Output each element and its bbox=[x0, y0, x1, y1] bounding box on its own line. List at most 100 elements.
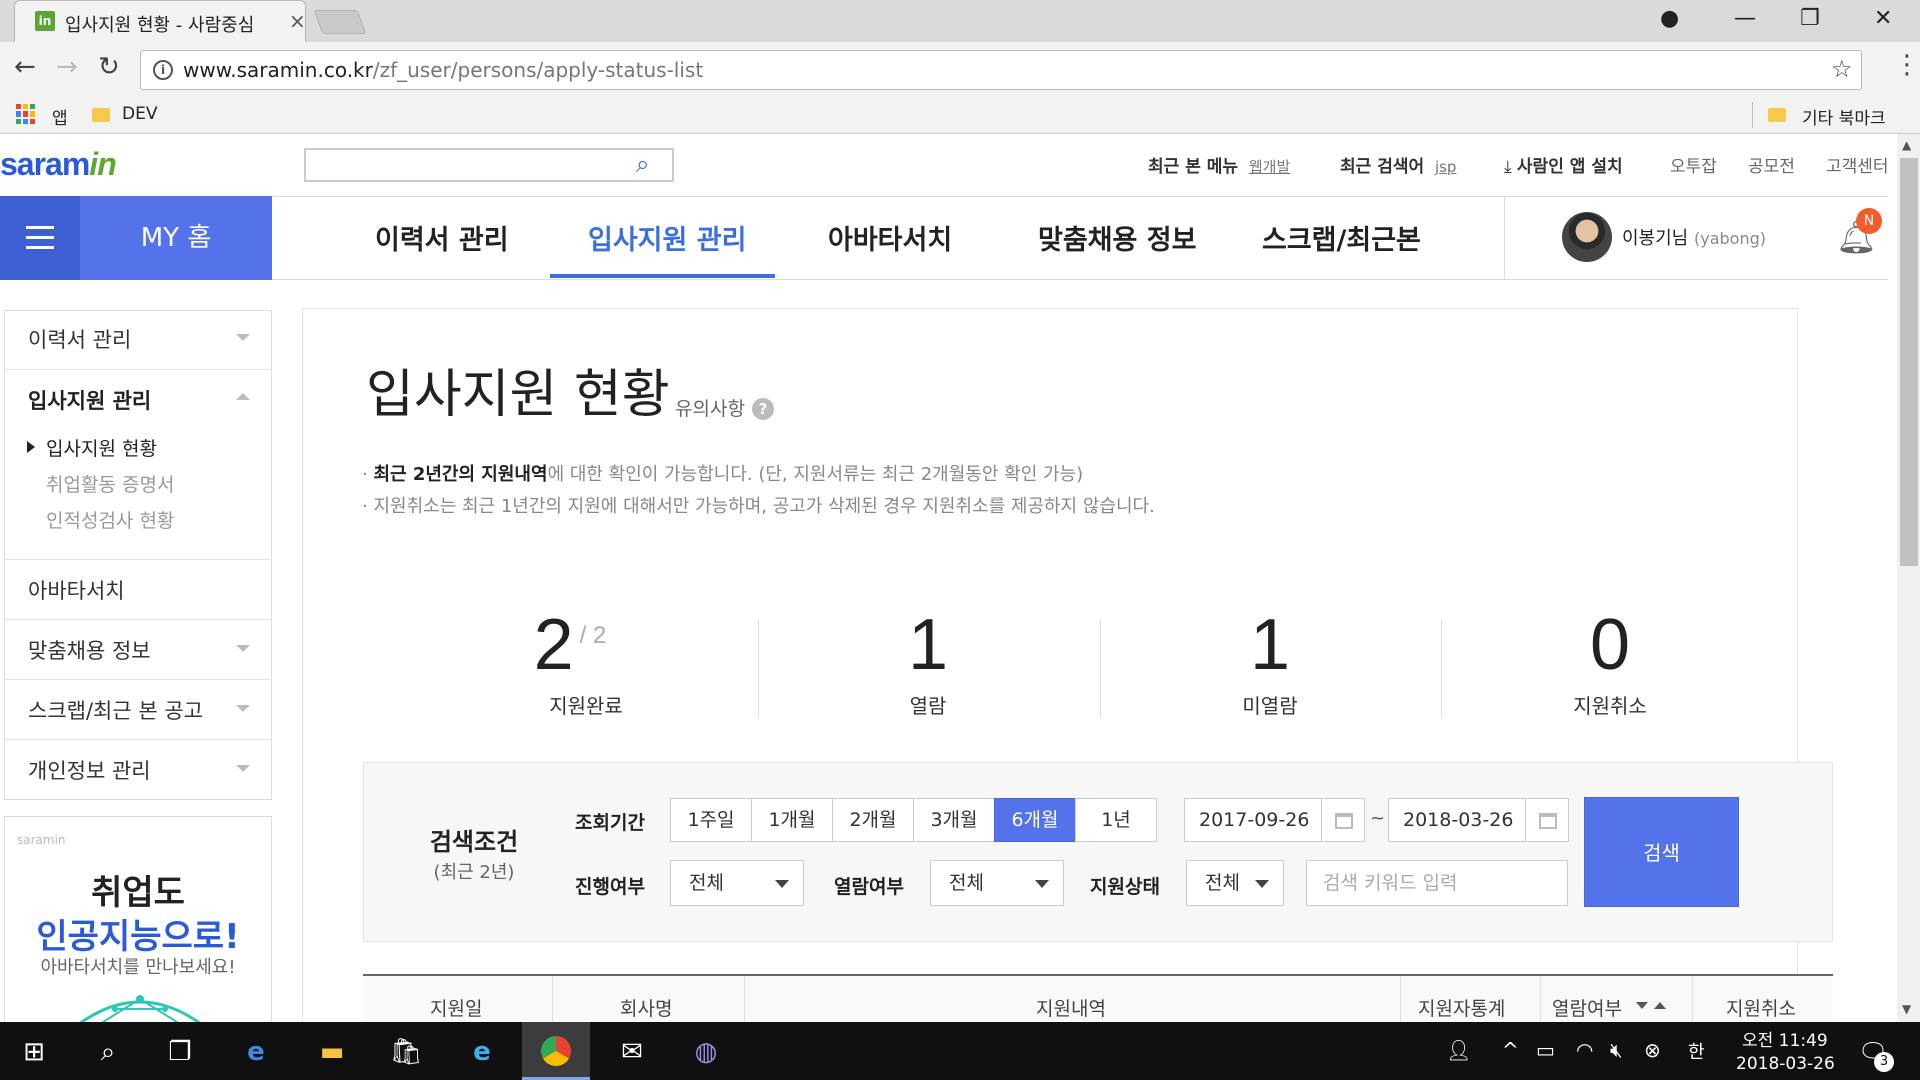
sort-desc-icon[interactable] bbox=[1636, 1002, 1648, 1009]
sidebar-item-scrap[interactable]: 스크랩/최근 본 공고 bbox=[28, 695, 203, 725]
calendar-to-button[interactable] bbox=[1525, 798, 1569, 842]
sidebar-item-avatar[interactable]: 아바타서치 bbox=[28, 575, 125, 605]
file-explorer-icon[interactable]: ▬ bbox=[310, 1030, 354, 1074]
address-bar[interactable]: i www.saramin.co.kr/zf_user/persons/appl… bbox=[140, 50, 1862, 90]
calendar-from-button[interactable] bbox=[1321, 798, 1365, 842]
date-from-input[interactable]: 2017-09-26 bbox=[1184, 798, 1322, 842]
chevron-up-icon[interactable] bbox=[236, 393, 250, 400]
saramin-logo[interactable]: saramin bbox=[0, 146, 117, 183]
period-1week-button[interactable]: 1주일 bbox=[670, 798, 752, 842]
help-icon[interactable]: ? bbox=[752, 398, 774, 420]
period-1year-button[interactable]: 1년 bbox=[1075, 798, 1157, 842]
notice-link[interactable]: 유의사항 bbox=[675, 394, 745, 421]
site-info-icon[interactable]: i bbox=[153, 60, 173, 80]
status-select[interactable]: 전체 bbox=[1186, 860, 1284, 906]
gnb-resume[interactable]: 이력서 관리 bbox=[375, 218, 509, 257]
avatar-search-banner[interactable]: saramin 취업도 인공지능으로! 아바타서치를 만나보세요! bbox=[4, 816, 272, 1026]
user-name[interactable]: 이봉기님 (yabong) bbox=[1622, 224, 1766, 250]
notification-badge: N bbox=[1856, 208, 1882, 234]
sidebar-sub-apply-status[interactable]: 입사지원 현황 bbox=[46, 434, 157, 461]
people-icon[interactable]: 👤︎ bbox=[1446, 1038, 1471, 1062]
stat-unread-value[interactable]: 1 bbox=[1120, 604, 1420, 686]
chrome-icon[interactable] bbox=[534, 1030, 578, 1074]
clock-date[interactable]: 2018-03-26 bbox=[1736, 1054, 1835, 1074]
chevron-down-icon[interactable] bbox=[236, 334, 250, 341]
stat-cancel-value[interactable]: 0 bbox=[1460, 604, 1760, 686]
date-to-input[interactable]: 2018-03-26 bbox=[1388, 798, 1526, 842]
progress-select[interactable]: 전체 bbox=[670, 860, 804, 906]
stat-divider bbox=[1441, 620, 1442, 718]
bookmark-dev[interactable]: DEV bbox=[122, 104, 157, 124]
sidebar-item-matching[interactable]: 맞춤채용 정보 bbox=[28, 635, 151, 665]
sidebar-sub-aptitude[interactable]: 인적성검사 현황 bbox=[46, 506, 174, 533]
link-contest[interactable]: 공모전 bbox=[1748, 152, 1795, 177]
read-select[interactable]: 전체 bbox=[930, 860, 1064, 906]
browser-menu-icon[interactable]: ⋮ bbox=[1894, 50, 1920, 80]
internet-explorer-icon[interactable]: e bbox=[460, 1030, 504, 1074]
restore-button[interactable]: ❐ bbox=[1800, 6, 1820, 31]
scroll-down-icon[interactable]: ▼ bbox=[1902, 1002, 1911, 1016]
gnb-apply[interactable]: 입사지원 관리 bbox=[588, 218, 746, 257]
eclipse-icon[interactable]: ◍ bbox=[684, 1030, 728, 1074]
search-button[interactable]: 검색 bbox=[1584, 797, 1739, 907]
avatar[interactable] bbox=[1562, 212, 1612, 262]
link-otojob[interactable]: 오투잡 bbox=[1670, 152, 1717, 177]
bookmark-other[interactable]: 기타 북마크 bbox=[1802, 104, 1886, 129]
hamburger-menu-button[interactable] bbox=[0, 196, 80, 280]
new-tab-button[interactable] bbox=[313, 10, 367, 34]
recent-search-value[interactable]: jsp bbox=[1435, 158, 1457, 176]
back-arrow-icon[interactable]: ← bbox=[14, 52, 36, 82]
recent-search[interactable]: 최근 검색어 jsp bbox=[1340, 152, 1456, 177]
task-view-icon[interactable]: ❐ bbox=[158, 1030, 202, 1074]
chevron-down-icon[interactable] bbox=[236, 765, 250, 772]
bookmark-apps[interactable]: 앱 bbox=[52, 104, 68, 129]
close-window-button[interactable]: ✕ bbox=[1874, 6, 1892, 31]
period-1month-button[interactable]: 1개월 bbox=[751, 798, 833, 842]
sidebar-item-resume[interactable]: 이력서 관리 bbox=[28, 324, 131, 354]
stat-read-value[interactable]: 1 bbox=[778, 604, 1078, 686]
forward-arrow-icon[interactable]: → bbox=[56, 52, 78, 82]
period-3month-button[interactable]: 3개월 bbox=[913, 798, 995, 842]
tray-chevron-up-icon[interactable]: ^ bbox=[1502, 1038, 1519, 1062]
sidebar-item-apply[interactable]: 입사지원 관리 bbox=[28, 385, 151, 415]
close-circle-icon[interactable]: ⊗ bbox=[1644, 1038, 1661, 1062]
app-install-link[interactable]: ⤓ 사람인 앱 설치 bbox=[1504, 152, 1623, 177]
battery-icon[interactable]: ▭ bbox=[1536, 1038, 1555, 1062]
sort-asc-icon[interactable] bbox=[1654, 1002, 1666, 1009]
windows-start-icon[interactable]: ⊞ bbox=[12, 1030, 56, 1074]
period-6month-button[interactable]: 6개월 bbox=[994, 798, 1076, 842]
link-support[interactable]: 고객센터 bbox=[1826, 152, 1889, 177]
ime-indicator[interactable]: 한 bbox=[1688, 1038, 1705, 1064]
recent-menu[interactable]: 최근 본 메뉴 웹개발 bbox=[1148, 152, 1290, 177]
keyword-input[interactable]: 검색 키워드 입력 bbox=[1306, 860, 1568, 906]
gnb-avatar-search[interactable]: 아바타서치 bbox=[828, 218, 952, 257]
clock-time[interactable]: 오전 11:49 bbox=[1742, 1026, 1828, 1051]
search-icon[interactable]: ⌕ bbox=[86, 1030, 130, 1074]
gnb-scrap[interactable]: 스크랩/최근본 bbox=[1262, 218, 1421, 257]
tab-close-icon[interactable]: × bbox=[289, 9, 306, 33]
gnb-matching[interactable]: 맞춤채용 정보 bbox=[1038, 218, 1196, 257]
chevron-down-icon[interactable] bbox=[236, 645, 250, 652]
wifi-icon[interactable]: ◠ bbox=[1576, 1038, 1593, 1062]
bookmark-star-icon[interactable]: ☆ bbox=[1831, 55, 1853, 83]
search-icon[interactable]: ⌕ bbox=[636, 150, 649, 178]
volume-mute-icon[interactable]: 🔇︎ bbox=[1610, 1038, 1623, 1062]
site-search-input[interactable]: ⌕ bbox=[304, 148, 674, 182]
scroll-up-icon[interactable]: ▲ bbox=[1902, 138, 1911, 152]
sidebar-item-privacy[interactable]: 개인정보 관리 bbox=[28, 755, 151, 785]
my-home-button[interactable]: MY 홈 bbox=[80, 196, 272, 280]
th-read-status[interactable]: 열람여부 bbox=[1552, 994, 1622, 1021]
browser-tab[interactable]: in 입사지원 현황 - 사람중심 × bbox=[14, 0, 306, 42]
period-2month-button[interactable]: 2개월 bbox=[832, 798, 914, 842]
scrollbar-thumb[interactable] bbox=[1900, 158, 1918, 566]
apps-grid-icon[interactable] bbox=[16, 104, 36, 124]
chevron-down-icon[interactable] bbox=[236, 705, 250, 712]
minimize-button[interactable]: — bbox=[1734, 6, 1756, 31]
store-icon[interactable]: 🛍︎ bbox=[384, 1030, 428, 1074]
sidebar-sub-certificate[interactable]: 취업활동 증명서 bbox=[46, 470, 174, 497]
edge-icon[interactable]: e bbox=[234, 1030, 278, 1074]
profile-icon[interactable]: ● bbox=[1660, 6, 1679, 31]
reload-icon[interactable]: ↻ bbox=[98, 52, 120, 82]
mail-icon[interactable]: ✉ bbox=[610, 1030, 654, 1074]
recent-menu-value[interactable]: 웹개발 bbox=[1249, 158, 1290, 176]
